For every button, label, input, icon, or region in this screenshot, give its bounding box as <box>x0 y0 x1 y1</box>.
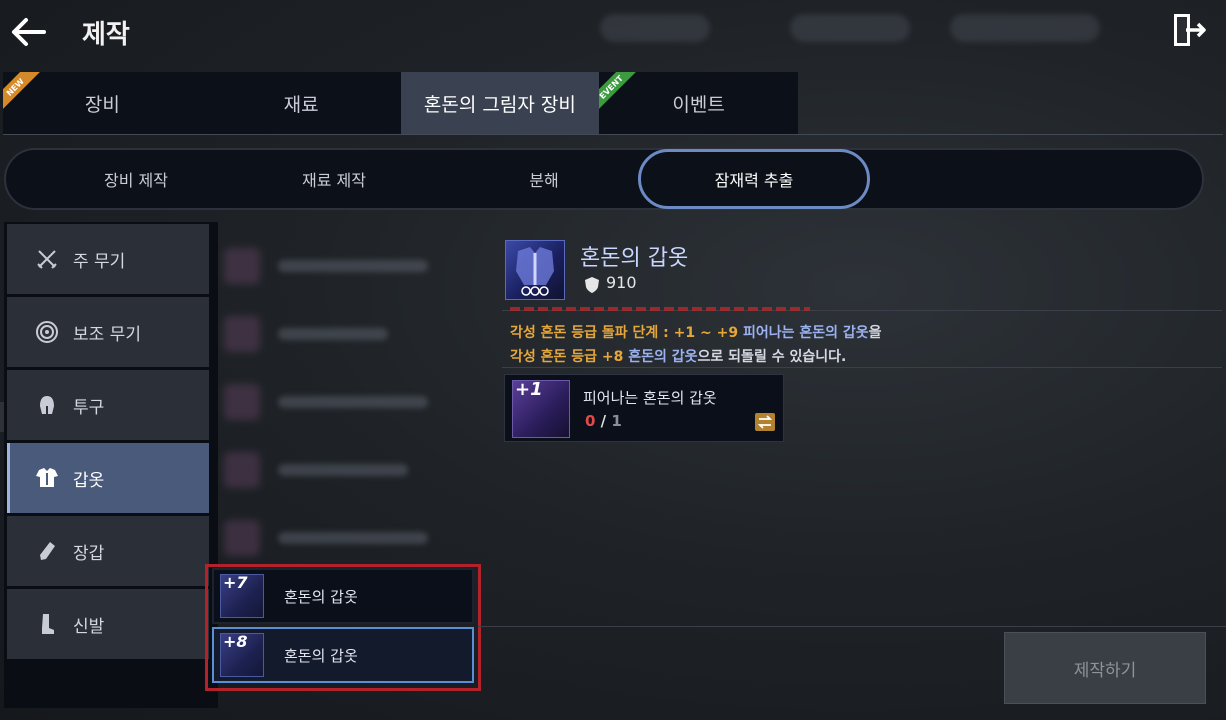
top-bar: 제작 <box>0 0 1226 64</box>
boot-icon <box>35 612 59 636</box>
material-card[interactable]: +1 피어나는 혼돈의 갑옷 0 / 1 <box>504 374 784 442</box>
material-name: 피어나는 혼돈의 갑옷 <box>583 389 717 407</box>
swap-icon[interactable] <box>755 413 775 431</box>
tab-label: 재료 <box>283 93 319 116</box>
subtab-equipment-craft[interactable]: 장비 제작 <box>36 150 236 208</box>
armor-item-icon[interactable] <box>505 240 565 300</box>
enhance-level: +7 <box>223 573 248 592</box>
page-title: 제작 <box>82 20 130 50</box>
exit-door-icon[interactable] <box>1168 10 1208 50</box>
notice-text: 각성 혼돈 등급 <box>510 349 602 365</box>
item-title: 혼돈의 갑옷 <box>580 246 689 271</box>
armor-item-icon: +8 <box>220 632 264 677</box>
new-ribbon-badge: NEW <box>3 72 43 115</box>
event-ribbon-badge: EVENT <box>599 72 639 115</box>
tab-divider <box>3 134 1223 135</box>
item-list-blurred <box>218 222 476 562</box>
craft-button[interactable]: 제작하기 <box>1004 632 1206 704</box>
notice-level: +8 <box>601 349 624 365</box>
sub-tabs: 장비 제작 재료 제작 분해 잠재력 추출 <box>4 148 1204 210</box>
enhance-level: +8 <box>223 632 248 651</box>
notice-text: 을 <box>868 325 882 341</box>
category-main-weapon[interactable]: 주 무기 <box>7 224 209 294</box>
category-boots[interactable]: 신발 <box>7 589 209 659</box>
back-arrow-icon[interactable] <box>8 12 48 52</box>
notice-line-2: 각성 혼돈 등급 +8 혼돈의 갑옷으로 되돌릴 수 있습니다. <box>510 346 846 366</box>
armor-item-icon: +7 <box>220 573 264 618</box>
helmet-icon <box>35 393 59 417</box>
crossed-swords-icon <box>35 247 59 271</box>
defense-value: 910 <box>606 273 637 292</box>
tab-equipment[interactable]: NEW 장비 <box>3 72 202 134</box>
category-label: 주 무기 <box>73 251 126 272</box>
category-list: 주 무기 보조 무기 투구 갑옷 장갑 신발 <box>4 222 218 708</box>
notice-text: 각성 혼돈 등급 돌파 단계 : <box>510 325 674 341</box>
list-item-chaos-armor-8[interactable]: +8 혼돈의 갑옷 <box>212 627 474 683</box>
list-item-chaos-armor-7[interactable]: +7 혼돈의 갑옷 <box>212 568 474 624</box>
main-tabs: NEW 장비 재료 혼돈의 그림자 장비 EVENT 이벤트 <box>3 72 798 134</box>
notice-range: +1 ~ +9 <box>673 325 739 341</box>
subtab-disassemble[interactable]: 분해 <box>444 150 644 208</box>
category-helmet[interactable]: 투구 <box>7 370 209 440</box>
notice-text: 으로 되돌릴 수 있습니다. <box>697 349 847 365</box>
orb-icon <box>35 320 59 344</box>
divider <box>478 626 1226 627</box>
tab-chaos-shadow-equipment[interactable]: 혼돈의 그림자 장비 <box>400 72 600 134</box>
material-count: 0 / 1 <box>585 412 622 430</box>
divider <box>502 367 1222 368</box>
category-label: 신발 <box>73 616 105 637</box>
enhance-level: +1 <box>515 379 543 400</box>
category-armor[interactable]: 갑옷 <box>7 443 209 513</box>
tab-label: 혼돈의 그림자 장비 <box>423 93 576 116</box>
notice-item: 혼돈의 갑옷 <box>623 349 698 365</box>
shield-icon <box>585 277 599 293</box>
armor-icon <box>35 466 59 490</box>
subtab-potential-extraction[interactable]: 잠재력 추출 <box>638 149 870 209</box>
category-label: 장갑 <box>73 543 105 564</box>
notice-line-1: 각성 혼돈 등급 돌파 단계 : +1 ~ +9 피어나는 혼돈의 갑옷을 <box>510 322 882 342</box>
category-label: 투구 <box>73 397 105 418</box>
category-label: 보조 무기 <box>73 324 141 345</box>
category-gloves[interactable]: 장갑 <box>7 516 209 586</box>
detail-header: 혼돈의 갑옷 910 <box>502 236 952 304</box>
category-sub-weapon[interactable]: 보조 무기 <box>7 297 209 367</box>
item-name: 혼돈의 갑옷 <box>284 646 358 665</box>
subtab-material-craft[interactable]: 재료 제작 <box>234 150 434 208</box>
detail-panel: 혼돈의 갑옷 910 각성 혼돈 등급 돌파 단계 : +1 ~ +9 피어나는… <box>478 222 1226 692</box>
count-separator: / <box>595 412 612 430</box>
tab-label: 장비 <box>84 93 120 116</box>
material-item-icon: +1 <box>512 379 570 438</box>
item-name: 혼돈의 갑옷 <box>284 587 358 606</box>
gauntlet-icon <box>35 539 59 563</box>
category-label: 갑옷 <box>73 470 105 491</box>
material-owned: 0 <box>585 412 596 430</box>
notice-item: 피어나는 혼돈의 갑옷 <box>738 325 869 341</box>
tab-materials[interactable]: 재료 <box>201 72 401 134</box>
tab-event[interactable]: EVENT 이벤트 <box>599 72 798 134</box>
blurred-currency-bar <box>600 14 1120 44</box>
tab-label: 이벤트 <box>672 93 725 116</box>
cut-off-warning-text <box>510 306 810 312</box>
material-required: 1 <box>611 412 622 430</box>
